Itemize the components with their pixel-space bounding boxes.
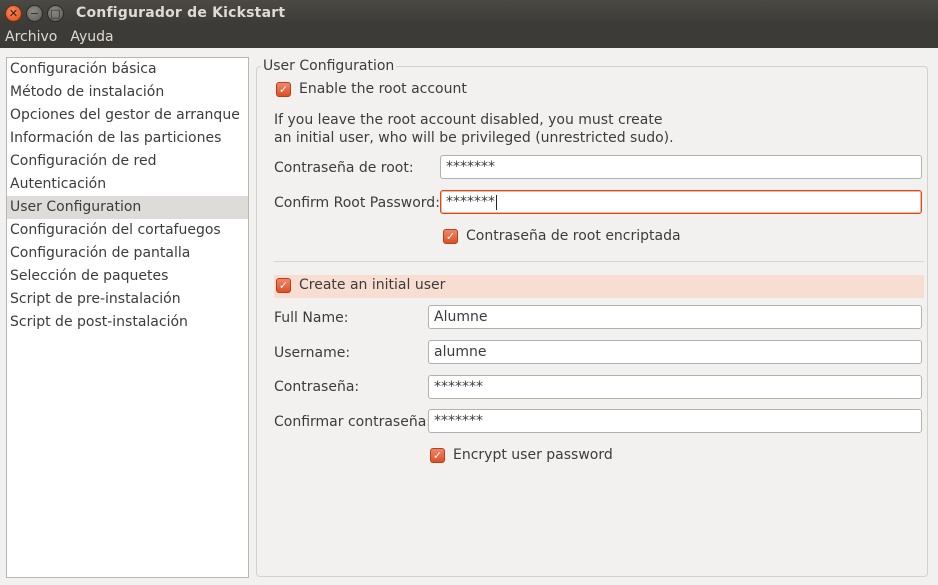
sidebar-item-cortafuegos[interactable]: Configuración del cortafuegos xyxy=(7,219,248,242)
menu-archivo[interactable]: Archivo xyxy=(5,29,57,45)
sidebar-item-gestor-arranque[interactable]: Opciones del gestor de arranque xyxy=(7,104,248,127)
confirm-password-field[interactable]: ******* xyxy=(428,409,922,433)
sidebar-item-paquetes[interactable]: Selección de paquetes xyxy=(7,265,248,288)
checkmark-icon: ✓ xyxy=(430,447,445,463)
close-icon[interactable]: ✕ xyxy=(5,4,22,22)
root-password-label: Contraseña de root: xyxy=(274,160,414,176)
encrypt-user-password-label: Encrypt user password xyxy=(453,447,613,463)
root-info-text: If you leave the root account disabled, … xyxy=(274,111,694,147)
sidebar-item-pantalla[interactable]: Configuración de pantalla xyxy=(7,242,248,265)
root-encrypted-checkbox[interactable]: ✓ Contraseña de root encriptada xyxy=(443,228,681,244)
checkmark-icon: ✓ xyxy=(276,81,291,97)
confirm-root-password-value: ******* xyxy=(446,194,495,210)
sidebar-item-particiones[interactable]: Información de las particiones xyxy=(7,127,248,150)
sidebar-item-post-instalacion[interactable]: Script de post-instalación xyxy=(7,311,248,334)
minimize-icon[interactable]: − xyxy=(26,4,43,22)
root-password-field[interactable]: ******* xyxy=(440,155,922,179)
enable-root-label: Enable the root account xyxy=(299,81,467,97)
confirm-password-label: Confirmar contraseña: xyxy=(274,414,432,430)
root-encrypted-label: Contraseña de root encriptada xyxy=(466,228,681,244)
username-field[interactable]: alumne xyxy=(428,340,922,364)
sidebar-item-configuracion-basica[interactable]: Configuración básica xyxy=(7,58,248,81)
encrypt-user-password-checkbox[interactable]: ✓ Encrypt user password xyxy=(430,447,613,463)
window-controls: ✕ − □ xyxy=(5,4,64,22)
window-title: Configurador de Kickstart xyxy=(76,5,286,21)
text-caret xyxy=(496,194,497,210)
password-label: Contraseña: xyxy=(274,379,360,395)
maximize-icon[interactable]: □ xyxy=(47,4,64,22)
sidebar-item-user-configuration[interactable]: User Configuration xyxy=(7,196,248,219)
sidebar-item-pre-instalacion[interactable]: Script de pre-instalación xyxy=(7,288,248,311)
sidebar-item-metodo-instalacion[interactable]: Método de instalación xyxy=(7,81,248,104)
sidebar-item-autenticacion[interactable]: Autenticación xyxy=(7,173,248,196)
frame-title: User Configuration xyxy=(261,58,397,74)
confirm-root-password-field[interactable]: ******* xyxy=(440,190,922,214)
sidebar-list: Configuración básica Método de instalaci… xyxy=(6,57,249,578)
enable-root-checkbox[interactable]: ✓ Enable the root account xyxy=(276,81,467,97)
menu-bar: Archivo Ayuda xyxy=(0,26,938,48)
sidebar-item-red[interactable]: Configuración de red xyxy=(7,150,248,173)
info-line-1: If you leave the root account disabled, … xyxy=(274,112,663,128)
create-user-checkbox[interactable]: ✓ Create an initial user xyxy=(276,277,445,293)
full-name-label: Full Name: xyxy=(274,310,349,326)
username-label: Username: xyxy=(274,345,351,361)
confirm-root-password-label: Confirm Root Password: xyxy=(274,195,440,211)
info-line-2: an initial user, who will be privileged … xyxy=(274,130,674,146)
full-name-field[interactable]: Alumne xyxy=(428,305,922,329)
title-bar: ✕ − □ Configurador de Kickstart xyxy=(0,0,938,26)
checkmark-icon: ✓ xyxy=(443,228,458,244)
menu-ayuda[interactable]: Ayuda xyxy=(70,29,113,45)
password-field[interactable]: ******* xyxy=(428,375,922,399)
checkmark-icon: ✓ xyxy=(276,277,291,293)
create-user-label: Create an initial user xyxy=(299,277,446,293)
separator xyxy=(274,261,924,262)
